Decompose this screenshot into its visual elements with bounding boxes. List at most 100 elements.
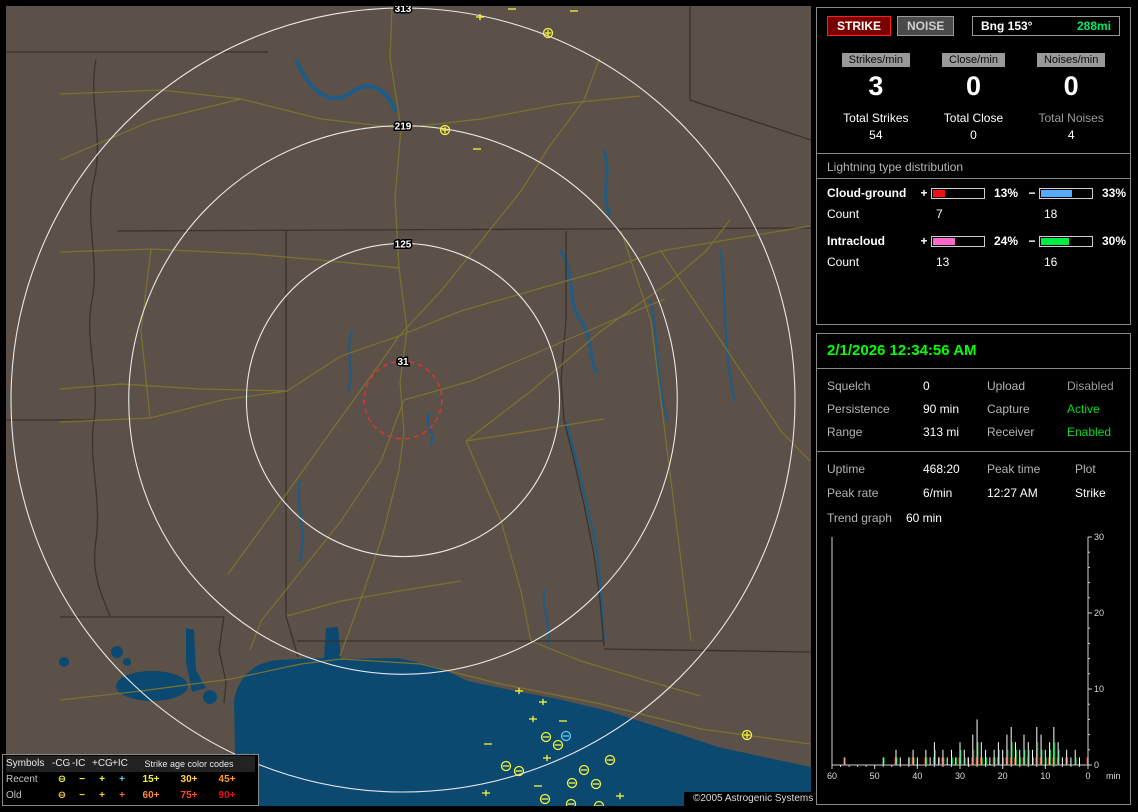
cloud-ground-row: Cloud-ground + 13% − 33% <box>827 186 1126 200</box>
range-label: Range <box>827 425 863 439</box>
range-ring-label: 31 <box>397 357 409 368</box>
strike-symbol <box>439 124 451 136</box>
trend-y-label: 30 <box>1094 532 1104 542</box>
legend-symbol: ⊖ <box>57 790 67 801</box>
legend-row: Old ⊖ − + +60+ 75+ 90+ <box>6 788 255 804</box>
count-label: Count <box>827 207 860 221</box>
trend-y-label: 20 <box>1094 608 1104 618</box>
total-close-value: 0 <box>970 128 977 142</box>
plus-sign: + <box>920 186 928 200</box>
bearing-display: Bng 153° 288mi <box>972 16 1120 36</box>
legend-col-cg-neg: -CG <box>52 758 71 769</box>
legend-row-label: Recent <box>6 774 38 785</box>
status-panel: 2/1/2026 12:34:56 AM Squelch 0 Upload Di… <box>816 333 1131 805</box>
distribution-title: Lightning type distribution <box>817 154 1130 179</box>
bearing-range: 288mi <box>1076 19 1111 33</box>
ic-neg-pct: 30% <box>1102 234 1127 248</box>
strikes-per-min-chip[interactable]: Strikes/min <box>841 53 911 67</box>
capture-label: Capture <box>987 402 1030 416</box>
range-value: 313 mi <box>923 425 960 439</box>
legend-age-code: 75+ <box>180 790 198 801</box>
capture-status: Active <box>1067 402 1100 416</box>
peak-rate-value: 6/min <box>923 486 953 500</box>
ic-pos-count: 13 <box>936 255 950 269</box>
trend-y-label: 10 <box>1094 684 1104 694</box>
legend-age-code: 60+ <box>142 790 160 801</box>
trend-x-label: 30 <box>954 771 964 781</box>
uptime-label: Uptime <box>827 462 866 476</box>
upload-status: Disabled <box>1067 379 1114 393</box>
trend-x-label: 20 <box>997 771 1007 781</box>
squelch-value: 0 <box>923 379 930 393</box>
trend-x-label: 0 <box>1085 771 1090 781</box>
legend-row: Recent ⊖ − + +15+ 30+ 45+ <box>6 772 255 788</box>
noises-per-min-value: 0 <box>1063 71 1079 101</box>
legend-age-title: Strike age color codes <box>144 759 234 769</box>
lightning-map[interactable]: 313 219 125 31 <box>6 6 811 806</box>
trend-axes <box>831 536 1092 769</box>
total-close-label: Total Close <box>943 111 1004 125</box>
ic-pos-pct: 24% <box>994 234 1019 248</box>
peak-time-value: 12:27 AM <box>987 486 1038 500</box>
bearing-label: Bng 153° <box>981 19 1033 33</box>
legend-col-ic-pos: +IC <box>112 758 128 769</box>
settings-grid: Squelch 0 Upload Disabled Persistence 90… <box>817 369 1130 452</box>
strikes-per-min-value: 3 <box>868 71 884 101</box>
total-noises-label: Total Noises <box>1038 111 1104 125</box>
total-strikes-value: 54 <box>869 128 883 142</box>
trend-y-label: 0 <box>1094 760 1099 770</box>
legend-symbol: + <box>119 774 125 785</box>
trend-chart: 0 10 20 30 60 50 40 30 20 10 0 min <box>826 532 1120 781</box>
close-per-min-chip[interactable]: Close/min <box>942 53 1005 67</box>
legend-symbol: − <box>79 790 85 801</box>
strike-symbol <box>542 27 554 39</box>
legend-header: Symbols -CG -IC +CG +IC Strike age color… <box>6 756 255 772</box>
trend-graph-value: 60 min <box>905 511 942 525</box>
legend-symbol: + <box>99 790 105 801</box>
plus-sign: + <box>920 234 928 248</box>
cg-pos-pct: 13% <box>994 186 1019 200</box>
legend-age-code: 30+ <box>180 774 198 785</box>
trend-x-label: 10 <box>1040 771 1050 781</box>
copyright-text: ©2005 Astrogenic Systems <box>684 792 823 806</box>
trend-x-label: 40 <box>912 771 922 781</box>
intracloud-row: Intracloud + 24% − 30% <box>827 234 1126 248</box>
legend-col-ic-neg: -IC <box>72 758 86 769</box>
ic-neg-bar <box>1039 235 1093 247</box>
minus-sign: − <box>1028 186 1036 200</box>
cloud-ground-label: Cloud-ground <box>827 186 907 200</box>
cg-neg-count: 18 <box>1044 207 1058 221</box>
minus-sign: − <box>1028 234 1036 248</box>
peak-rate-label: Peak rate <box>827 486 879 500</box>
legend-symbol: ⊖ <box>57 774 67 785</box>
noises-per-min-chip[interactable]: Noises/min <box>1036 53 1106 67</box>
receiver-label: Receiver <box>987 425 1035 439</box>
trend-graph-label: Trend graph <box>827 511 892 525</box>
count-label: Count <box>827 255 860 269</box>
squelch-label: Squelch <box>827 379 871 393</box>
cg-pos-bar <box>931 187 985 199</box>
strike-stats-panel: STRIKE NOISE Bng 153° 288mi Strikes/min … <box>816 7 1131 325</box>
legend-symbols-title: Symbols <box>6 758 45 769</box>
persistence-value: 90 min <box>923 402 960 416</box>
stats-grid: Uptime 468:20 Peak time Plot Peak rate 6… <box>817 452 1130 502</box>
range-ring-label: 219 <box>395 122 412 133</box>
range-ring-label: 313 <box>395 6 412 15</box>
legend-col-cg-pos: +CG <box>92 758 113 769</box>
legend-symbol: + <box>99 774 105 785</box>
strike-button[interactable]: STRIKE <box>827 16 892 36</box>
noise-button[interactable]: NOISE <box>897 16 955 36</box>
cloud-ground-count-row: Count 7 18 <box>827 207 1120 221</box>
cg-neg-pct: 33% <box>1102 186 1127 200</box>
map-canvas[interactable]: 313 219 125 31 <box>6 6 811 806</box>
peak-time-label: Peak time <box>987 462 1041 476</box>
close-per-min-value: 0 <box>965 71 981 101</box>
uptime-value: 468:20 <box>923 462 960 476</box>
trend-graph-row: Trend graph 60 min <box>817 502 1130 525</box>
range-ring-label: 125 <box>395 239 412 250</box>
legend-age-code: 90+ <box>218 790 236 801</box>
trend-x-label: 60 <box>826 771 836 781</box>
total-noises-value: 4 <box>1067 128 1075 142</box>
trend-series <box>842 719 1088 765</box>
legend-symbol: − <box>79 774 85 785</box>
